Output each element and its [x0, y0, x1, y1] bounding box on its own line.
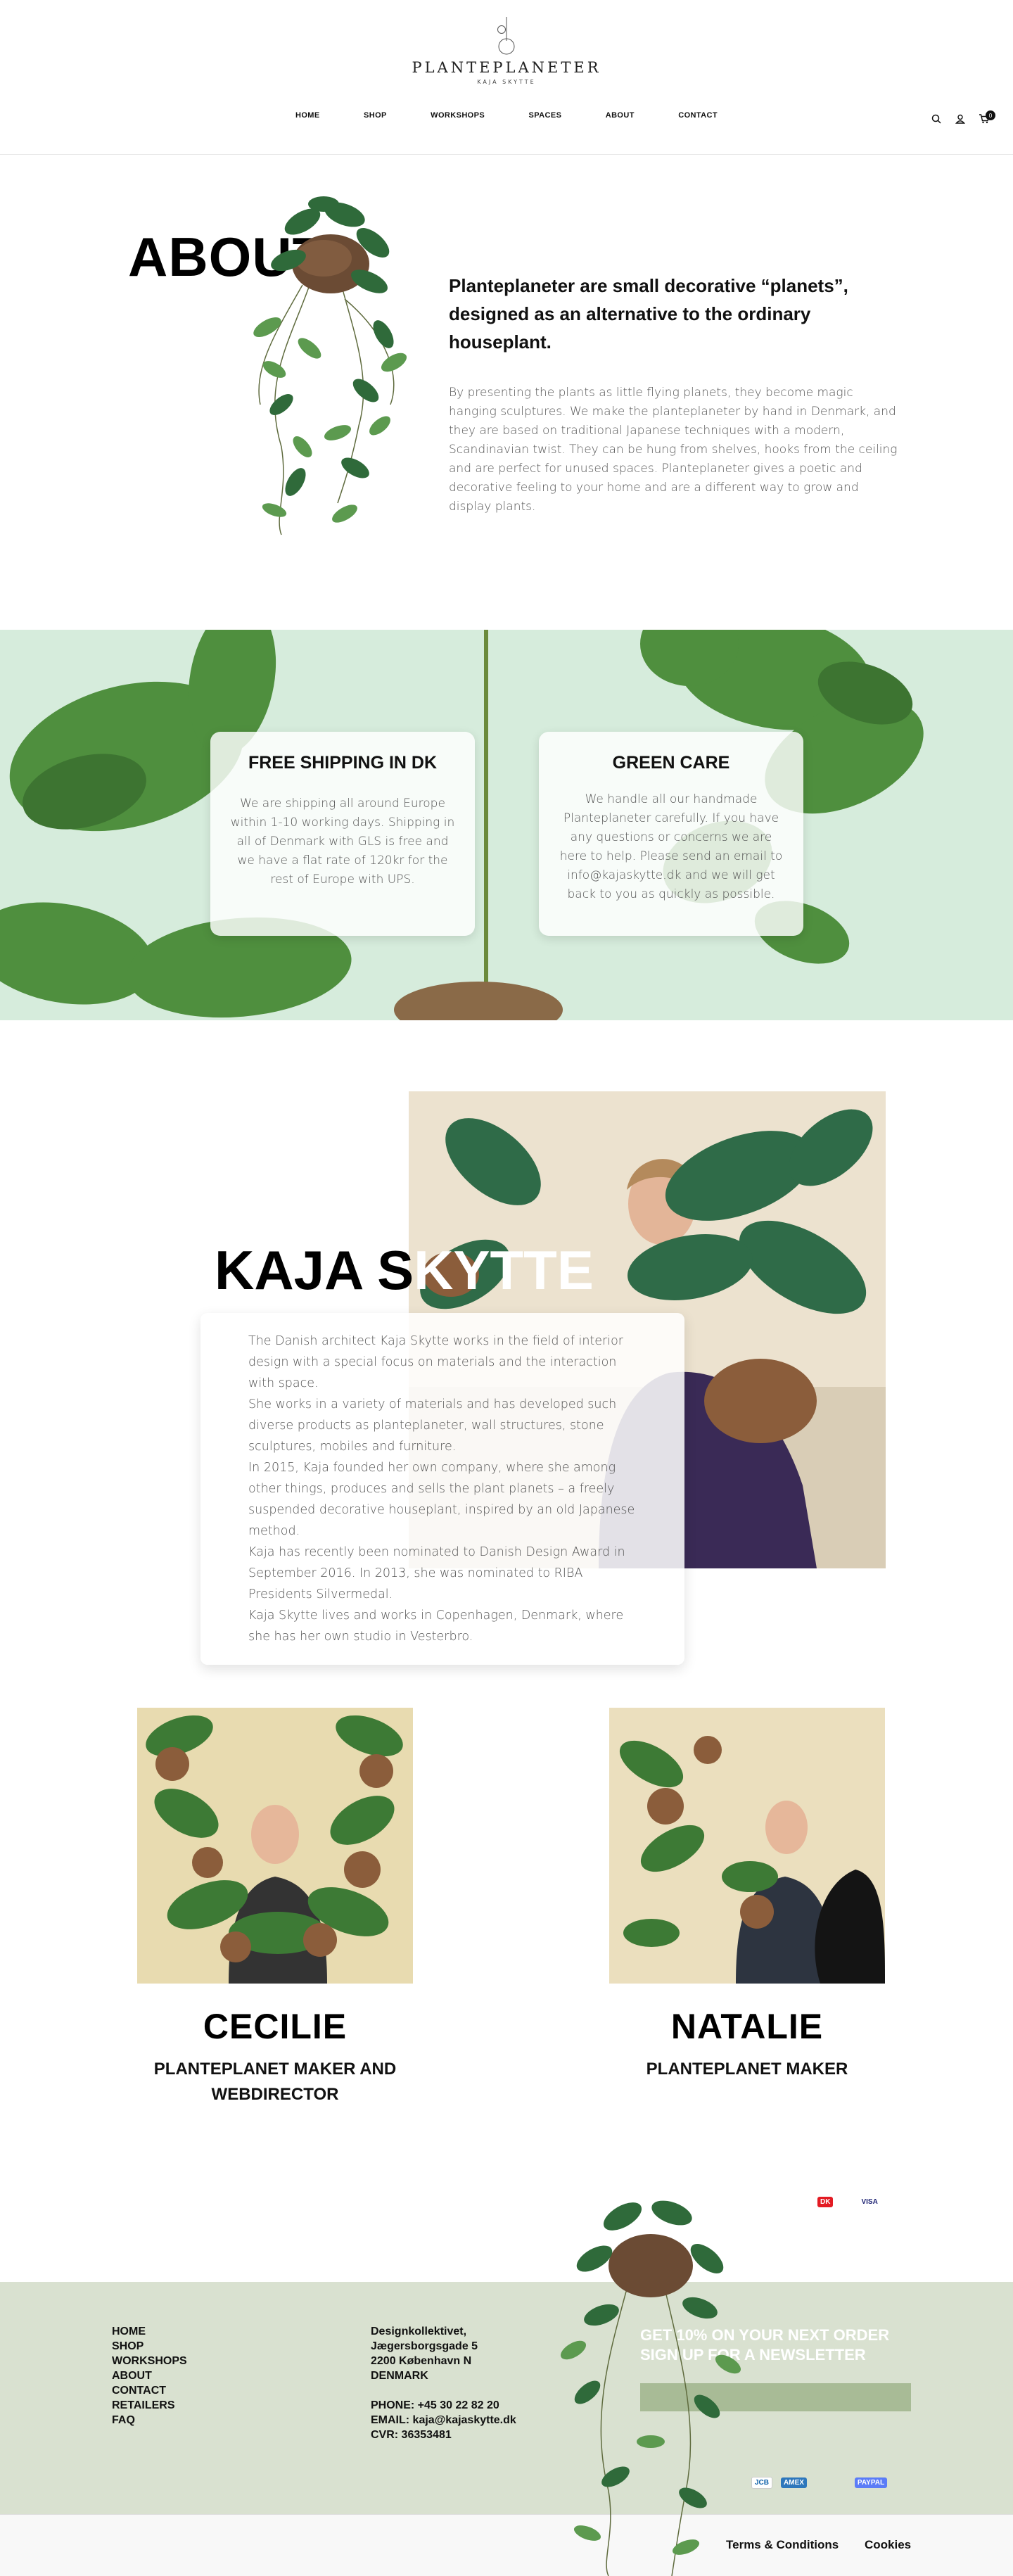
amex-icon: AMEX [781, 2477, 807, 2488]
kaja-bio-paragraph: In 2015, Kaja founded her own company, w… [248, 1461, 635, 1538]
shipping-card: FREE SHIPPING IN DK We are shipping all … [210, 732, 475, 936]
nav-home[interactable]: HOME [295, 111, 320, 120]
paypal-icon: PAYPAL [854, 2477, 888, 2488]
site-footer: HOME SHOP WORKSHOPS ABOUT CONTACT RETAIL… [0, 2282, 1013, 2514]
newsletter-offer: GET 10% ON YOUR NEXT ORDER [640, 2326, 890, 2344]
dankort-icon: DK [817, 2197, 834, 2207]
main-nav: HOME SHOP WORKSHOPS SPACES ABOUT CONTACT [295, 111, 718, 120]
search-icon[interactable] [930, 113, 943, 125]
footer-link-contact[interactable]: CONTACT [112, 2383, 187, 2398]
green-care-card-title: GREEN CARE [612, 753, 730, 773]
footer-link-home[interactable]: HOME [112, 2324, 187, 2339]
payment-methods-top: DK VISA [817, 2197, 881, 2207]
footer-link-about[interactable]: ABOUT [112, 2368, 187, 2383]
kaja-bio-paragraph: She works in a variety of materials and … [248, 1397, 617, 1454]
brand-name: PLANTEPLANETER [412, 59, 601, 76]
footer-nav: HOME SHOP WORKSHOPS ABOUT CONTACT RETAIL… [112, 2324, 187, 2428]
green-care-card: GREEN CARE We handle all our handmade Pl… [539, 732, 803, 936]
brand-subtitle: KAJA SKYTTE [477, 79, 536, 85]
nav-spaces[interactable]: SPACES [529, 111, 562, 120]
member-name: CECILIE [203, 2007, 348, 2046]
member-role: PLANTEPLANET MAKER AND WEBDIRECTOR [153, 2060, 397, 2104]
footer-link-workshops[interactable]: WORKSHOPS [112, 2354, 187, 2368]
logo[interactable]: PLANTEPLANETER KAJA SKYTTE [401, 15, 612, 85]
footer-link-shop[interactable]: SHOP [112, 2339, 187, 2354]
cecilie-photo [137, 1708, 413, 1984]
team-member-natalie: NATALIE PLANTEPLANET MAKER [609, 1708, 885, 2082]
footer-link-faq[interactable]: FAQ [112, 2413, 187, 2428]
payment-methods-footer: JCB AMEX PAYPAL [751, 2477, 888, 2489]
cart-count-badge: 0 [986, 110, 995, 120]
kaja-bio-paragraph: Kaja Skytte lives and works in Copenhage… [248, 1609, 624, 1644]
green-care-card-body: We handle all our handmade Planteplanete… [559, 792, 783, 901]
hanging-plant-image [253, 196, 407, 535]
newsletter-email-input[interactable] [640, 2383, 911, 2411]
visa-icon: VISA [861, 2198, 878, 2206]
terms-link[interactable]: Terms & Conditions [726, 2538, 839, 2552]
bottom-bar: Terms & Conditions Cookies [0, 2514, 1013, 2576]
team-member-cecilie: CECILIE PLANTEPLANET MAKER AND WEBDIRECT… [137, 1708, 413, 2107]
nav-about[interactable]: ABOUT [606, 111, 635, 120]
footer-link-retailers[interactable]: RETAILERS [112, 2398, 187, 2413]
info-band: FREE SHIPPING IN DK We are shipping all … [0, 630, 1013, 1020]
succulent-background-image [0, 630, 924, 1020]
nav-shop[interactable]: SHOP [364, 111, 387, 120]
jcb-icon: JCB [751, 2477, 773, 2489]
natalie-photo [609, 1708, 885, 1984]
site-header: PLANTEPLANETER KAJA SKYTTE HOME SHOP WOR… [0, 0, 1013, 155]
planet-logo-icon [497, 17, 515, 55]
kaja-bio-card: The Danish architect Kaja Skytte works i… [200, 1313, 684, 1665]
shipping-card-title: FREE SHIPPING IN DK [248, 753, 438, 773]
nav-workshops[interactable]: WORKSHOPS [431, 111, 485, 120]
shipping-card-body: We are shipping all around Europe within… [230, 797, 455, 887]
member-role: PLANTEPLANET MAKER [646, 2060, 848, 2079]
user-icon[interactable] [954, 113, 967, 125]
footer-address: Designkollektivet, Jægersborgsgade 5 220… [371, 2326, 516, 2441]
footer-cvr: CVR: 36353481 [371, 2429, 452, 2441]
footer-email[interactable]: EMAIL: kaja@kajaskytte.dk [371, 2413, 516, 2428]
kaja-bio-paragraph: Kaja has recently been nominated to Dani… [248, 1545, 625, 1601]
newsletter-signup: GET 10% ON YOUR NEXT ORDER SIGN UP FOR A… [640, 2326, 911, 2411]
newsletter-cta: SIGN UP FOR A NEWSLETTER [640, 2346, 866, 2364]
kaja-bio-paragraph: The Danish architect Kaja Skytte works i… [248, 1334, 624, 1390]
about-body: By presenting the plants as little flyin… [449, 386, 898, 514]
cookies-link[interactable]: Cookies [865, 2538, 911, 2552]
header-icons: 0 [930, 110, 995, 125]
cart-icon[interactable]: 0 [978, 110, 995, 125]
kaja-title: KAJA SKYTTE [215, 1239, 594, 1301]
about-heading: Planteplaneter are small decorative “pla… [449, 275, 848, 353]
footer-phone[interactable]: PHONE: +45 30 22 82 20 [371, 2398, 516, 2413]
member-name: NATALIE [670, 2007, 824, 2046]
nav-contact[interactable]: CONTACT [678, 111, 718, 120]
